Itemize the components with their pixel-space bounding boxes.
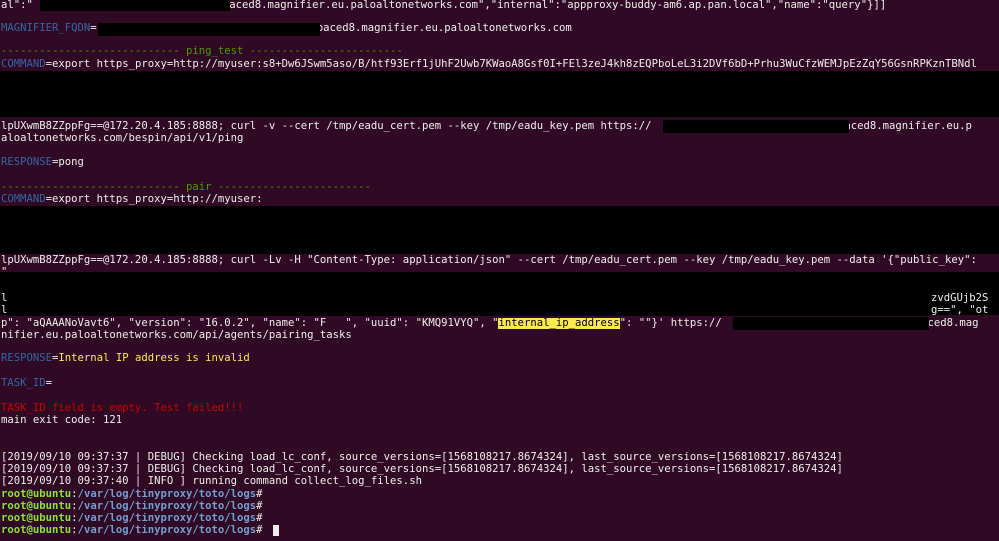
log-line: [2019/09/10 09:37:37 | DEBUG] Checking l… — [1, 464, 843, 475]
redaction-block — [0, 206, 999, 254]
output-text: = — [90, 23, 97, 34]
prompt-sign: # — [256, 501, 269, 512]
prompt-user: root@ubuntu — [1, 525, 72, 536]
log-line: [2019/09/10 09:37:40 | INFO ] running co… — [1, 476, 422, 487]
highlighted-field-name: internal_ip_address — [498, 318, 620, 329]
redaction-block — [733, 317, 929, 330]
prompt-sign: # — [256, 489, 269, 500]
prompt-sign: # — [256, 513, 269, 524]
prompt-user: root@ubuntu — [1, 513, 72, 524]
output-line: zvdGUjb2S — [931, 293, 989, 304]
output-text: =pong — [52, 157, 84, 168]
output-text: = — [45, 378, 53, 389]
output-text: =export https_proxy=http://myuser: — [45, 194, 263, 205]
redaction-block — [663, 120, 849, 133]
output-text: p": "aQAAANoVavt6", "version": "16.0.2",… — [1, 318, 499, 329]
exit-code: main exit code: 121 — [1, 415, 123, 426]
prompt-path: /var/log/tinyproxy/toto/logs — [77, 525, 257, 536]
variable-name: COMMAND — [1, 194, 46, 205]
variable-name: RESPONSE — [1, 157, 53, 168]
output-line: RESPONSE=Internal IP address is invalid — [1, 353, 250, 365]
variable-name: MAGNIFIER_FQDN — [1, 23, 91, 34]
output-line: g==", "ot — [931, 305, 989, 316]
shell-prompt: root@ubuntu:/var/log/tinyproxy/toto/logs… — [1, 501, 269, 513]
output-text: baced8.magnifier.eu.paloaltonetworks.com — [316, 23, 572, 34]
output-line: l — [1, 305, 8, 316]
output-line: TASK_ID= — [1, 378, 52, 390]
redaction-block — [0, 71, 999, 117]
output-text: baced8.magnifier.eu.paloaltonetworks.com… — [222, 0, 887, 11]
prompt-path: /var/log/tinyproxy/toto/logs — [77, 513, 257, 524]
prompt-path: /var/log/tinyproxy/toto/logs — [77, 489, 257, 500]
variable-name: RESPONSE — [1, 353, 53, 364]
shell-prompt: root@ubuntu:/var/log/tinyproxy/toto/logs… — [1, 489, 269, 501]
variable-name: TASK_ID — [1, 378, 46, 389]
output-line: RESPONSE=pong — [1, 157, 84, 169]
output-line: nifier.eu.paloaltonetworks.com/api/agent… — [1, 330, 352, 341]
output-text: ": ""}' https:// — [619, 318, 722, 329]
output-line: COMMAND=export https_proxy=http://myuser… — [1, 194, 263, 206]
section-separator: ---------------------------- ping_test -… — [1, 46, 403, 57]
log-line: [2019/09/10 09:37:37 | DEBUG] Checking l… — [1, 452, 843, 463]
text-cursor — [273, 525, 279, 536]
response-text: Internal IP address is invalid — [58, 353, 250, 364]
output-line: lpUXwmB8ZZppFg==@172.20.4.185:8888; curl… — [1, 255, 977, 266]
output-line: COMMAND=export https_proxy=http://myuser… — [1, 59, 977, 71]
shell-prompt-active[interactable]: root@ubuntu:/var/log/tinyproxy/toto/logs… — [1, 525, 269, 537]
redaction-block — [98, 23, 320, 36]
shell-prompt: root@ubuntu:/var/log/tinyproxy/toto/logs… — [1, 513, 269, 525]
variable-name: COMMAND — [1, 59, 46, 70]
output-text: al":" — [1, 0, 33, 11]
output-text: cbaced8.magnifier.eu.p — [831, 121, 972, 132]
redaction-block — [15, 279, 999, 291]
terminal-window[interactable]: al":" baced8.magnifier.eu.paloaltonetwork… — [0, 0, 999, 541]
redaction-block — [40, 0, 230, 11]
prompt-user: root@ubuntu — [1, 489, 72, 500]
section-separator: ---------------------------- pair ------… — [1, 182, 371, 193]
output-line: l — [1, 293, 8, 304]
output-text: lpUXwmB8ZZppFg==@172.20.4.185:8888; curl… — [1, 121, 652, 132]
prompt-path: /var/log/tinyproxy/toto/logs — [77, 501, 257, 512]
error-message: TASK_ID field is empty. Test failed!!! — [1, 403, 244, 414]
redaction-block — [8, 291, 929, 316]
output-text: =export https_proxy=http://myuser:s8+Dw6… — [45, 59, 977, 70]
output-line: aloaltonetworks.com/bespin/api/v1/ping — [1, 133, 244, 144]
prompt-sign: # — [256, 525, 269, 536]
prompt-user: root@ubuntu — [1, 501, 72, 512]
